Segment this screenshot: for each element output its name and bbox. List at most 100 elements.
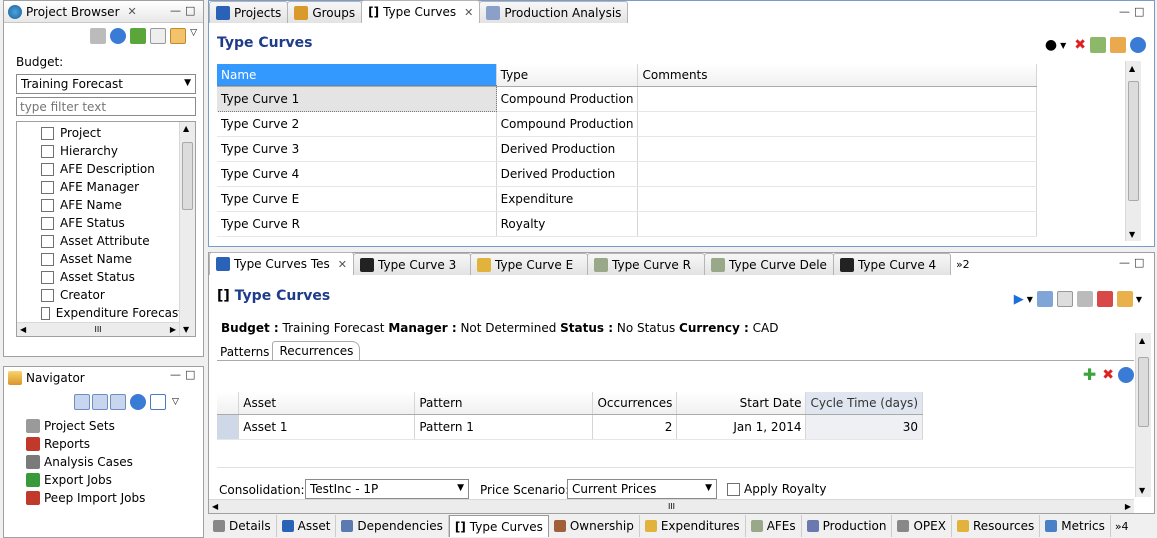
attribute-checkbox[interactable]	[41, 162, 54, 176]
page-icon[interactable]	[150, 28, 167, 44]
attribute-checkbox[interactable]	[41, 216, 54, 230]
attribute-item[interactable]: Asset Status	[17, 268, 195, 286]
chevron-down-icon[interactable]: ▽	[172, 397, 179, 407]
navigator-item[interactable]: Export Jobs	[4, 471, 203, 489]
attribute-checkbox[interactable]	[41, 234, 54, 248]
attribute-item[interactable]: Asset Attribute	[17, 232, 195, 250]
calendar-icon[interactable]	[1110, 37, 1126, 53]
attribute-checkbox[interactable]	[41, 180, 54, 194]
refresh-icon[interactable]	[1130, 37, 1146, 53]
navigator-item[interactable]: Analysis Cases	[4, 453, 203, 471]
chevron-down-icon[interactable]: ▼	[1060, 41, 1066, 50]
group-icon[interactable]	[110, 394, 126, 410]
close-icon[interactable]: ✕	[128, 5, 137, 18]
attribute-item[interactable]: AFE Description	[17, 160, 195, 178]
column-header[interactable]: Start Date	[676, 392, 807, 415]
editor-tab[interactable]: Type Curve R	[587, 253, 705, 275]
run-icon[interactable]: ▶	[1014, 292, 1024, 307]
table-row[interactable]: Type Curve E Expenditure	[217, 186, 1037, 212]
tab-production-analysis[interactable]: Production Analysis	[479, 1, 629, 23]
filter-icon[interactable]	[90, 28, 107, 44]
budget-select[interactable]: Training Forecast ▼	[16, 74, 196, 94]
column-header[interactable]: Name	[217, 64, 497, 87]
editor-tab[interactable]: Type Curve 3	[353, 253, 471, 275]
table-row[interactable]: Type Curve R Royalty	[217, 211, 1037, 237]
attribute-checkbox[interactable]	[41, 144, 54, 158]
chevron-down-icon[interactable]: ▼	[1027, 295, 1033, 304]
table-row[interactable]: Type Curve 2 Compound Production	[217, 111, 1037, 137]
row-selector[interactable]	[217, 414, 240, 440]
filter-active-icon[interactable]	[170, 28, 187, 44]
bottom-tab-production[interactable]: Production	[802, 515, 893, 537]
bottom-tab-asset[interactable]: Asset	[277, 515, 337, 537]
minimize-maximize-icons[interactable]: —□	[170, 4, 199, 17]
tab-type-curves[interactable]: [] Type Curves ✕	[361, 0, 481, 23]
attribute-item[interactable]: AFE Status	[17, 214, 195, 232]
attribute-item[interactable]: Asset Name	[17, 250, 195, 268]
attribute-checkbox[interactable]	[41, 270, 54, 284]
tab-recurrences[interactable]: Recurrences	[272, 341, 361, 361]
chevron-down-icon[interactable]: ▼	[1136, 295, 1142, 304]
column-header[interactable]: Occurrences	[592, 392, 678, 415]
refresh-icon[interactable]	[1118, 366, 1134, 383]
bottom-tab-type-curves[interactable]: [] Type Curves	[448, 515, 549, 537]
bottom-tab-ownership[interactable]: Ownership	[549, 515, 640, 537]
attribute-checkbox[interactable]	[41, 306, 50, 320]
sync-icon[interactable]	[1116, 291, 1133, 307]
editor-tab[interactable]: Type Curve 4	[832, 253, 951, 275]
bottom-tab-expenditures[interactable]: Expenditures	[640, 515, 746, 537]
column-header[interactable]: Pattern	[414, 392, 594, 415]
close-icon[interactable]: ✕	[464, 6, 473, 19]
editor-tab[interactable]: Type Curve E	[470, 253, 588, 275]
attribute-checkbox[interactable]	[41, 198, 54, 212]
tab-patterns[interactable]: Patterns	[217, 343, 272, 361]
refresh-icon[interactable]	[130, 394, 146, 410]
transfer-icon[interactable]	[1076, 291, 1093, 307]
column-header[interactable]: Comments	[637, 64, 1037, 87]
horizontal-scrollbar[interactable]: ◀ III ▶	[209, 499, 1134, 513]
drop-icon[interactable]: ●	[1045, 37, 1057, 53]
table-row[interactable]: Type Curve 1 Compound Production	[217, 85, 1037, 112]
bottom-tab-dependencies[interactable]: Dependencies	[336, 515, 449, 537]
users-icon[interactable]	[74, 394, 90, 410]
delete-icon[interactable]: ✖	[1074, 37, 1086, 53]
apply-royalty-checkbox[interactable]	[727, 482, 740, 496]
table-row[interactable]: Asset 1 Pattern 1 2 Jan 1, 2014 30	[217, 414, 923, 440]
collapse-icon[interactable]	[150, 394, 166, 410]
minimize-maximize-icons[interactable]: —□	[1119, 256, 1148, 269]
tab-projects[interactable]: Projects	[209, 1, 289, 23]
close-icon[interactable]: ✕	[338, 258, 347, 271]
flag-icon[interactable]	[1096, 291, 1113, 307]
delete-icon[interactable]: ✖	[1102, 367, 1114, 383]
editor-tab[interactable]: Type Curve Dele	[704, 253, 834, 275]
more-tabs-indicator[interactable]: »4	[1111, 520, 1133, 533]
attribute-item[interactable]: Hierarchy	[17, 142, 195, 160]
chevron-down-icon[interactable]: ▽	[190, 28, 197, 44]
tab-groups[interactable]: Groups	[287, 1, 363, 23]
consolidation-select[interactable]: TestInc - 1P ▼	[305, 479, 469, 499]
attribute-item[interactable]: Expenditure Forecast V	[17, 304, 195, 322]
column-header[interactable]: Type	[496, 64, 639, 87]
minimize-maximize-icons[interactable]: —□	[1119, 5, 1148, 18]
vertical-scrollbar[interactable]: ▲ ▼	[179, 122, 195, 336]
table-row[interactable]: Type Curve 4 Derived Production	[217, 161, 1037, 187]
column-header[interactable]: Cycle Time (days)	[805, 392, 923, 415]
refresh-icon[interactable]	[110, 28, 127, 44]
vertical-scrollbar[interactable]: ▲ ▼	[1135, 333, 1151, 497]
navigator-item[interactable]: Project Sets	[4, 417, 203, 435]
export-icon[interactable]	[1036, 291, 1053, 307]
add-icon[interactable]: ✚	[1083, 365, 1096, 384]
import-icon[interactable]	[1090, 37, 1106, 53]
attribute-item[interactable]: AFE Name	[17, 196, 195, 214]
attribute-checkbox[interactable]	[41, 126, 54, 140]
bottom-tab-opex[interactable]: OPEX	[892, 515, 952, 537]
attribute-checkbox[interactable]	[41, 252, 54, 266]
navigator-item[interactable]: Peep Import Jobs	[4, 489, 203, 507]
horizontal-scrollbar[interactable]: ◀ III ▶	[17, 322, 179, 336]
attribute-checkbox[interactable]	[41, 288, 54, 302]
vertical-scrollbar[interactable]: ▲ ▼	[1125, 61, 1141, 241]
attribute-item[interactable]: Project	[17, 124, 195, 142]
price-scenario-select[interactable]: Current Prices ▼	[567, 479, 717, 499]
bottom-tab-details[interactable]: Details	[208, 515, 277, 537]
user-icon[interactable]	[92, 394, 108, 410]
